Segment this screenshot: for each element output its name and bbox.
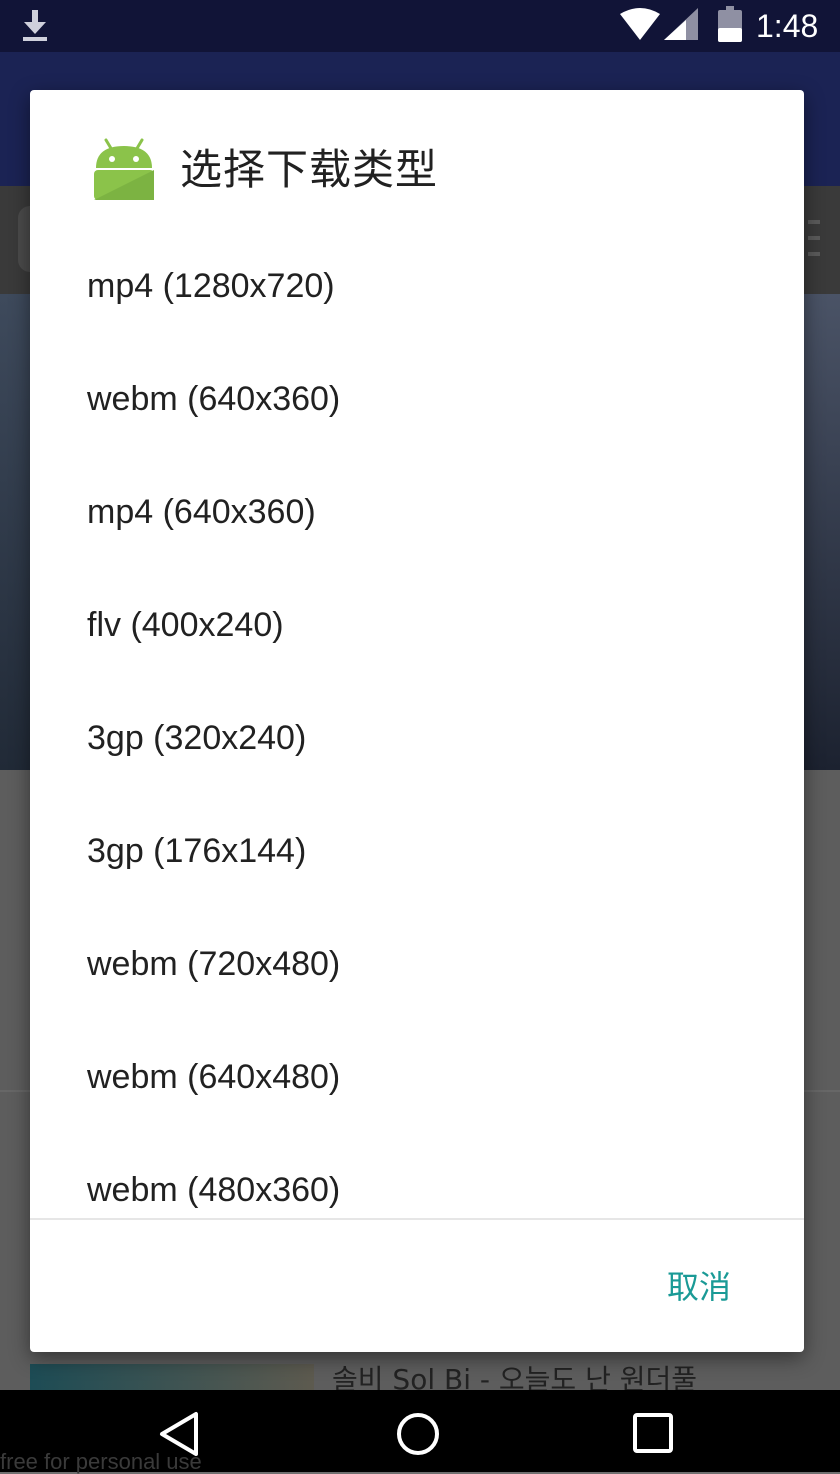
video-title: 솔비 Sol Bi - 오늘도 난 원더풀 (332, 1363, 698, 1390)
dialog-title: 选择下载类型 (180, 145, 439, 194)
option-3gp-320x240[interactable]: 3gp (320x240) (30, 682, 804, 795)
dialog-footer-divider (30, 1218, 804, 1220)
video-frame-right (804, 294, 840, 770)
option-webm-480x360[interactable]: webm (480x360) (30, 1134, 804, 1218)
battery-icon (718, 6, 742, 42)
video-thumbnail (30, 1364, 314, 1390)
more-icon (808, 220, 820, 256)
home-icon[interactable] (394, 1410, 442, 1458)
status-bar: 1:48 (0, 0, 840, 52)
option-3gp-176x144[interactable]: 3gp (176x144) (30, 795, 804, 908)
wifi-icon (620, 8, 660, 40)
watermark-text: free for personal use (0, 1449, 202, 1474)
signal-icon (664, 8, 698, 40)
video-frame-left (0, 294, 30, 770)
option-flv-400x240[interactable]: flv (400x240) (30, 569, 804, 682)
dialog-header: 选择下载类型 (30, 90, 804, 230)
option-mp4-1280x720[interactable]: mp4 (1280x720) (30, 230, 804, 343)
option-webm-720x480[interactable]: webm (720x480) (30, 908, 804, 1021)
android-icon (94, 138, 154, 200)
option-webm-640x480[interactable]: webm (640x480) (30, 1021, 804, 1134)
recents-icon[interactable] (632, 1412, 674, 1454)
download-icon (23, 10, 47, 41)
option-webm-640x360[interactable]: webm (640x360) (30, 343, 804, 456)
cancel-button[interactable]: 取消 (644, 1258, 754, 1316)
option-list: mp4 (1280x720) webm (640x360) mp4 (640x3… (30, 230, 804, 1218)
download-type-dialog: 选择下载类型 mp4 (1280x720) webm (640x360) mp4… (30, 90, 804, 1352)
option-mp4-640x360[interactable]: mp4 (640x360) (30, 456, 804, 569)
status-clock: 1:48 (756, 8, 819, 44)
